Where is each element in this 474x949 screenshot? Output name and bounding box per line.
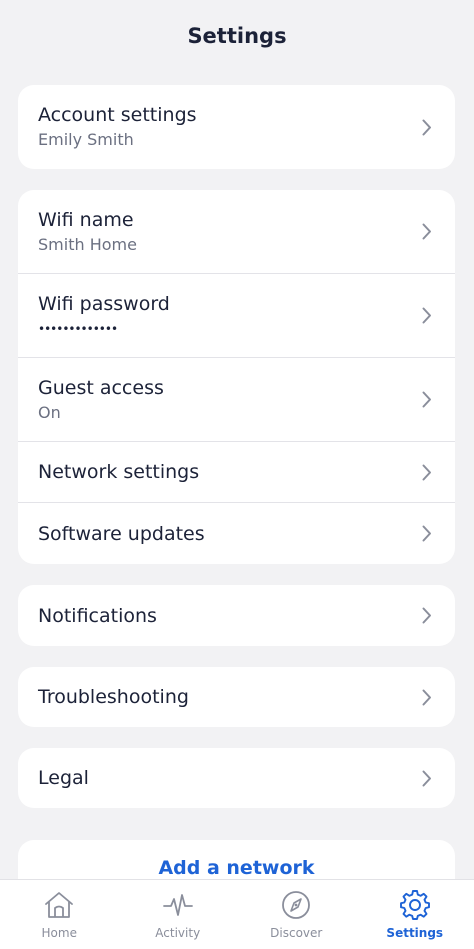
legal-card: Legal — [18, 748, 455, 808]
tab-home[interactable]: Home — [0, 880, 119, 949]
account-card: Account settings Emily Smith — [18, 85, 455, 169]
chevron-right-icon — [421, 462, 433, 482]
tab-activity-label: Activity — [155, 926, 201, 940]
chevron-right-icon — [421, 687, 433, 707]
tab-bar: Home Activity Discover Settings — [0, 879, 474, 949]
compass-icon — [279, 888, 313, 922]
guest-access-label: Guest access — [38, 376, 164, 399]
chevron-right-icon — [421, 222, 433, 242]
wifi-name-value: Smith Home — [38, 234, 137, 254]
notifications-row[interactable]: Notifications — [18, 585, 455, 646]
troubleshooting-card: Troubleshooting — [18, 667, 455, 727]
wifi-name-label: Wifi name — [38, 208, 134, 231]
add-network-button[interactable]: Add a network — [18, 857, 455, 879]
network-settings-row[interactable]: Network settings — [18, 442, 455, 503]
wifi-password-row[interactable]: Wifi password ••••••••••••• — [18, 274, 455, 358]
account-settings-row[interactable]: Account settings Emily Smith — [18, 85, 455, 169]
chevron-right-icon — [421, 524, 433, 544]
activity-icon — [161, 888, 195, 922]
wifi-password-label: Wifi password — [38, 292, 170, 315]
troubleshooting-label: Troubleshooting — [38, 686, 189, 708]
network-card: Wifi name Smith Home Wifi password •••••… — [18, 190, 455, 564]
chevron-right-icon — [421, 606, 433, 626]
tab-activity[interactable]: Activity — [119, 880, 238, 949]
account-settings-label: Account settings — [38, 104, 197, 126]
legal-label: Legal — [38, 767, 89, 789]
wifi-password-value: ••••••••••••• — [38, 321, 118, 336]
chevron-right-icon — [421, 768, 433, 788]
account-name: Emily Smith — [38, 130, 134, 149]
software-updates-row[interactable]: Software updates — [18, 503, 455, 564]
tab-discover[interactable]: Discover — [237, 880, 356, 949]
tab-settings[interactable]: Settings — [356, 880, 474, 949]
chevron-right-icon — [421, 390, 433, 410]
tab-discover-label: Discover — [270, 926, 323, 940]
home-icon — [42, 888, 76, 922]
legal-row[interactable]: Legal — [18, 748, 455, 808]
wifi-name-row[interactable]: Wifi name Smith Home — [18, 190, 455, 274]
guest-access-value: On — [38, 402, 61, 422]
troubleshooting-row[interactable]: Troubleshooting — [18, 667, 455, 727]
software-updates-label: Software updates — [38, 522, 205, 545]
settings-screen: Settings Account settings Emily Smith Wi… — [0, 0, 474, 949]
network-settings-label: Network settings — [38, 461, 200, 483]
guest-access-row[interactable]: Guest access On — [18, 358, 455, 442]
tab-settings-label: Settings — [386, 926, 444, 940]
gear-icon — [398, 888, 432, 922]
page-title: Settings — [187, 24, 287, 48]
notifications-card: Notifications — [18, 585, 455, 646]
chevron-right-icon — [421, 117, 433, 137]
chevron-right-icon — [421, 306, 433, 326]
notifications-label: Notifications — [38, 604, 157, 627]
tab-home-label: Home — [41, 926, 77, 940]
